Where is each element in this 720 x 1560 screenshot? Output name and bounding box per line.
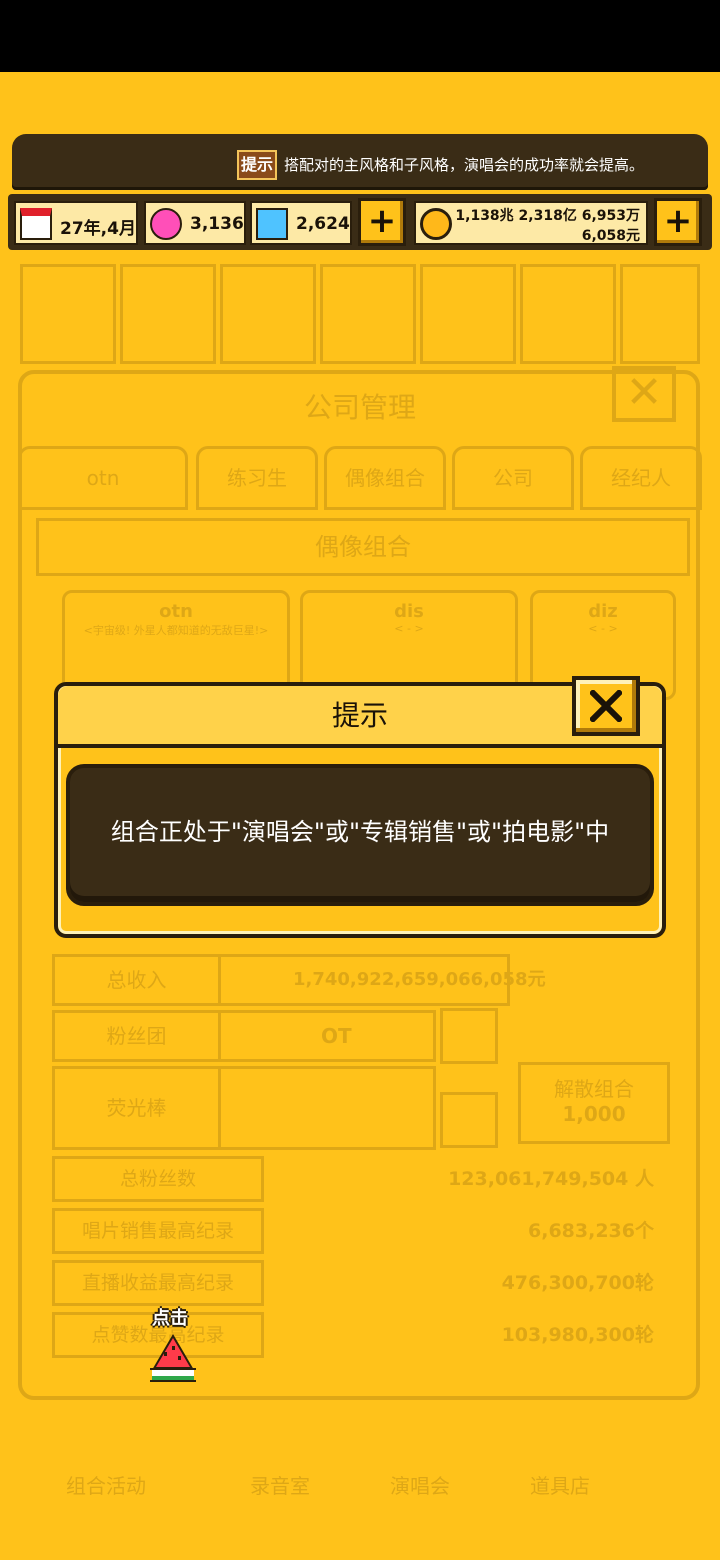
info-row-income: 总收入 1,740,922,659,066,058元 bbox=[52, 954, 546, 1006]
tab-trainee: 练习生 bbox=[196, 446, 318, 510]
panel-tabs: otn 练习生 偶像组合 公司 经纪人 bbox=[18, 446, 708, 510]
add-money-button[interactable]: + bbox=[654, 198, 702, 246]
row-value: OT bbox=[321, 1024, 352, 1048]
stat-row: 总粉丝数 123,061,749,504 人 bbox=[52, 1156, 672, 1202]
group-desc: < - > bbox=[588, 622, 618, 635]
bottom-nav: 组合活动 录音室 演唱会 道具店 bbox=[0, 1400, 720, 1520]
watermelon-icon[interactable] bbox=[150, 1332, 196, 1386]
group-name: otn bbox=[159, 601, 193, 622]
tap-hint-label: 点击 bbox=[152, 1308, 188, 1329]
pink-gem-display: 3,136 bbox=[144, 201, 246, 245]
nav-cell bbox=[220, 264, 316, 364]
money-line-1: 1,138兆 2,318亿 6,953万 bbox=[455, 208, 640, 224]
stat-row: 直播收益最高纪录 476,300,700轮 bbox=[52, 1260, 672, 1306]
nav-cell bbox=[20, 264, 116, 364]
nav-cell bbox=[320, 264, 416, 364]
row-label: 总收入 bbox=[55, 957, 221, 1003]
nav-cell bbox=[420, 264, 516, 364]
tab-manager: 经纪人 bbox=[580, 446, 702, 510]
tip-banner-message: 搭配对的主风格和子风格，演唱会的成功率就会提高。 bbox=[284, 156, 645, 174]
nav-cell bbox=[620, 264, 700, 364]
bottom-nav-item: 演唱会 bbox=[390, 1474, 450, 1498]
blue-gem-value: 2,624 bbox=[296, 214, 350, 234]
calendar-icon bbox=[20, 208, 52, 240]
stat-label: 直播收益最高纪录 bbox=[52, 1260, 264, 1306]
edit-pencil-icon bbox=[440, 1092, 498, 1148]
pink-gem-icon bbox=[150, 208, 182, 240]
edit-pencil-icon bbox=[440, 1008, 498, 1064]
stat-value: 476,300,700轮 bbox=[501, 1272, 654, 1294]
group-name: dis bbox=[394, 601, 424, 622]
blue-gem-icon bbox=[256, 208, 288, 240]
bottom-nav-item: 道具店 bbox=[530, 1474, 590, 1498]
status-bar bbox=[0, 0, 720, 72]
money-line-2: 6,058元 bbox=[581, 228, 640, 244]
tab-company: 公司 bbox=[452, 446, 574, 510]
panel-close-button: ✕ bbox=[612, 366, 676, 422]
blue-gem-display: 2,624 bbox=[250, 201, 352, 245]
top-nav-icons bbox=[20, 264, 700, 364]
row-label: 粉丝团 bbox=[55, 1013, 221, 1059]
stat-label: 总粉丝数 bbox=[52, 1156, 264, 1202]
close-button[interactable] bbox=[572, 676, 640, 736]
nav-cell bbox=[120, 264, 216, 364]
disband-label: 解散组合 bbox=[554, 1077, 634, 1101]
group-desc: <宇宙级! 外星人都知道的无敌巨星!> bbox=[83, 624, 269, 637]
tab-otn: otn bbox=[18, 446, 188, 510]
disband-group-button: 解散组合 1,000 bbox=[518, 1062, 670, 1144]
disband-cost: 1,000 bbox=[562, 1102, 626, 1126]
date-display: 27年,4月 bbox=[14, 201, 138, 245]
hint-dialog-message: 组合正处于"演唱会"或"专辑销售"或"拍电影"中 bbox=[110, 818, 610, 846]
stat-label: 唱片销售最高纪录 bbox=[52, 1208, 264, 1254]
pink-gem-value: 3,136 bbox=[190, 214, 244, 234]
stat-row: 点赞数最高纪录 103,980,300轮 bbox=[52, 1312, 672, 1358]
row-label: 荧光棒 bbox=[55, 1069, 221, 1147]
close-icon bbox=[590, 690, 622, 722]
nav-cell bbox=[520, 264, 616, 364]
bottom-nav-item: 组合活动 bbox=[66, 1474, 146, 1498]
stat-row: 唱片销售最高纪录 6,683,236个 bbox=[52, 1208, 672, 1254]
tip-tag: 提示 bbox=[237, 150, 277, 180]
group-desc: < - > bbox=[394, 622, 424, 635]
row-value: 1,740,922,659,066,058元 bbox=[293, 969, 546, 990]
stat-value: 103,980,300轮 bbox=[501, 1324, 654, 1346]
tab-idol-group: 偶像组合 bbox=[324, 446, 446, 510]
stat-value: 6,683,236个 bbox=[528, 1220, 654, 1242]
date-value: 27年,4月 bbox=[60, 219, 136, 239]
bottom-nav-item: 录音室 bbox=[250, 1474, 310, 1498]
info-row-lightstick: 荧光棒 bbox=[52, 1066, 436, 1150]
add-gems-button[interactable]: + bbox=[358, 198, 406, 246]
stat-value: 123,061,749,504 人 bbox=[448, 1168, 654, 1190]
money-display: 1,138兆 2,318亿 6,953万 6,058元 bbox=[414, 201, 648, 245]
coin-icon bbox=[420, 208, 452, 240]
group-name: diz bbox=[588, 601, 618, 622]
section-subtitle: 偶像组合 bbox=[36, 518, 690, 576]
info-row-fanclub: 粉丝团 OT bbox=[52, 1010, 436, 1062]
